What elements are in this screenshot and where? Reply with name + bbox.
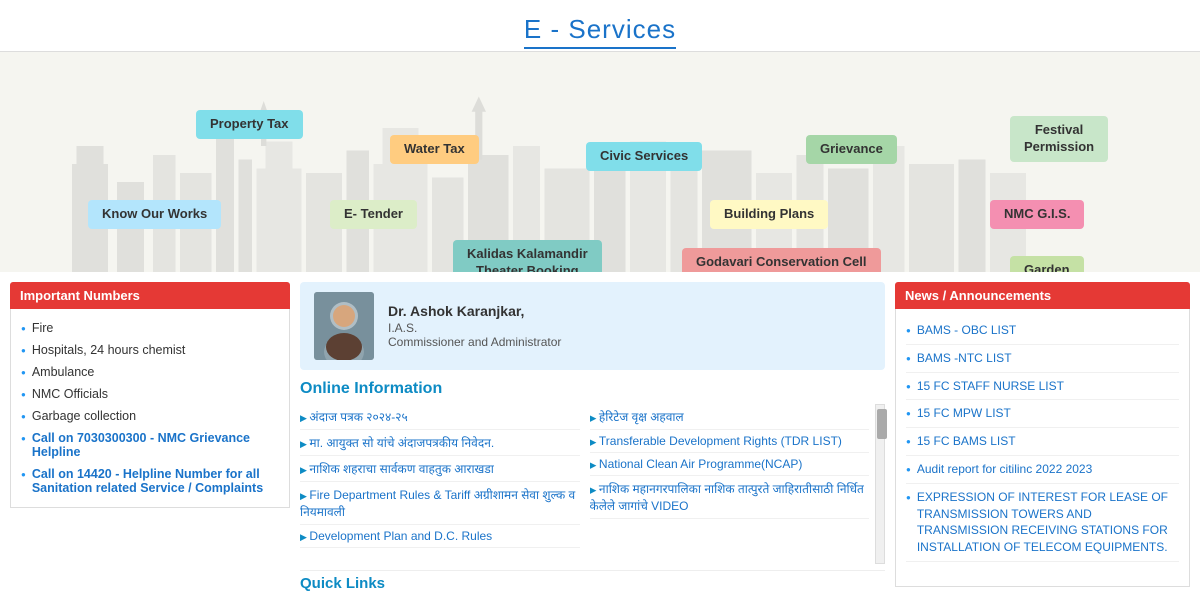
news-item[interactable]: 15 FC BAMS LIST (906, 428, 1179, 456)
online-info-left-link[interactable]: अंदाज पत्रक २०२४-२५ (300, 404, 580, 430)
online-info-right-link[interactable]: National Clean Air Programme(NCAP) (590, 453, 870, 476)
important-number-item: NMC Officials (21, 383, 279, 405)
online-info-left-link[interactable]: मा. आयुक्त सो यांचे अंदाजपत्रकीय निवेदन. (300, 430, 580, 456)
service-tag-water-tax[interactable]: Water Tax (390, 135, 479, 164)
online-info-grid: अंदाज पत्रक २०२४-२५मा. आयुक्त सो यांचे अ… (300, 404, 869, 564)
service-tag-e-tender[interactable]: E- Tender (330, 200, 417, 229)
service-tag-property-tax[interactable]: Property Tax (196, 110, 303, 139)
online-info-left-link[interactable]: नाशिक शहराचा सार्वकण वाहतुक आराखडा (300, 456, 580, 482)
right-panel: News / Announcements BAMS - OBC LISTBAMS… (895, 282, 1190, 592)
commissioner-box: Dr. Ashok Karanjkar, I.A.S. Commissioner… (300, 282, 885, 370)
important-numbers-content: FireHospitals, 24 hours chemistAmbulance… (10, 309, 290, 508)
commissioner-avatar (314, 292, 374, 360)
news-list: BAMS - OBC LISTBAMS -NTC LIST15 FC STAFF… (895, 309, 1190, 587)
service-tag-grievance[interactable]: Grievance (806, 135, 897, 164)
quick-links-title: Quick Links (300, 570, 885, 592)
online-info-right-link[interactable]: Transferable Development Rights (TDR LIS… (590, 430, 870, 453)
scrollbar[interactable] (875, 404, 885, 564)
important-number-item[interactable]: Call on 14420 - Helpline Number for all … (21, 463, 279, 499)
commissioner-photo (314, 292, 374, 360)
news-item[interactable]: EXPRESSION OF INTEREST FOR LEASE OF TRAN… (906, 484, 1179, 562)
service-tag-building-plans[interactable]: Building Plans (710, 200, 828, 229)
important-numbers-list: FireHospitals, 24 hours chemistAmbulance… (21, 317, 279, 499)
important-numbers-header: Important Numbers (10, 282, 290, 309)
news-item[interactable]: BAMS - OBC LIST (906, 317, 1179, 345)
news-header: News / Announcements (895, 282, 1190, 309)
services-section: Property Tax Water Tax Civic Services Griev… (0, 52, 1200, 272)
online-info-title: Online Information (300, 380, 885, 398)
service-tag-kalidas[interactable]: Kalidas Kalamandir Theater Booking (453, 240, 602, 272)
important-number-item: Hospitals, 24 hours chemist (21, 339, 279, 361)
service-tag-nmc-gis[interactable]: NMC G.I.S. (990, 200, 1084, 229)
online-info-container: अंदाज पत्रक २०२४-२५मा. आयुक्त सो यांचे अ… (300, 404, 885, 564)
service-tag-know-our-works[interactable]: Know Our Works (88, 200, 221, 229)
scroll-thumb (877, 409, 887, 439)
service-tag-garden[interactable]: Garden (1010, 256, 1084, 272)
news-items: BAMS - OBC LISTBAMS -NTC LIST15 FC STAFF… (906, 317, 1179, 562)
online-info-left-link[interactable]: Fire Department Rules & Tariff अग्रीशामन… (300, 482, 580, 525)
news-item[interactable]: BAMS -NTC LIST (906, 345, 1179, 373)
news-item[interactable]: 15 FC STAFF NURSE LIST (906, 373, 1179, 401)
important-number-item: Ambulance (21, 361, 279, 383)
left-links-col: अंदाज पत्रक २०२४-२५मा. आयुक्त सो यांचे अ… (300, 404, 580, 564)
service-tag-civic-services[interactable]: Civic Services (586, 142, 702, 171)
important-number-item: Garbage collection (21, 405, 279, 427)
commissioner-role: Commissioner and Administrator (388, 335, 561, 349)
service-tag-festival-permission[interactable]: Festival Permission (1010, 116, 1108, 162)
left-panel: Important Numbers FireHospitals, 24 hour… (10, 282, 290, 592)
page-title: E - Services (0, 14, 1200, 45)
commissioner-info: Dr. Ashok Karanjkar, I.A.S. Commissioner… (388, 303, 561, 349)
important-number-item: Fire (21, 317, 279, 339)
right-links-col: हेरिटेज वृक्ष अहवालTransferable Developm… (590, 404, 870, 564)
center-panel: Dr. Ashok Karanjkar, I.A.S. Commissioner… (300, 282, 885, 592)
news-item[interactable]: 15 FC MPW LIST (906, 400, 1179, 428)
commissioner-name: Dr. Ashok Karanjkar, (388, 303, 561, 319)
important-number-item[interactable]: Call on 7030300300 - NMC Grievance Helpl… (21, 427, 279, 463)
online-info-right-link[interactable]: नाशिक महानगरपालिका नाशिक तात्पुरते जाहिर… (590, 476, 870, 519)
commissioner-title: I.A.S. (388, 321, 561, 335)
online-info-right-link[interactable]: हेरिटेज वृक्ष अहवाल (590, 404, 870, 430)
bottom-section: Important Numbers FireHospitals, 24 hour… (0, 272, 1200, 592)
news-item[interactable]: Audit report for citilinc 2022 2023 (906, 456, 1179, 484)
header: E - Services (0, 0, 1200, 52)
online-info-left-link[interactable]: Development Plan and D.C. Rules (300, 525, 580, 548)
service-tag-godavari[interactable]: Godavari Conservation Cell (682, 248, 881, 272)
